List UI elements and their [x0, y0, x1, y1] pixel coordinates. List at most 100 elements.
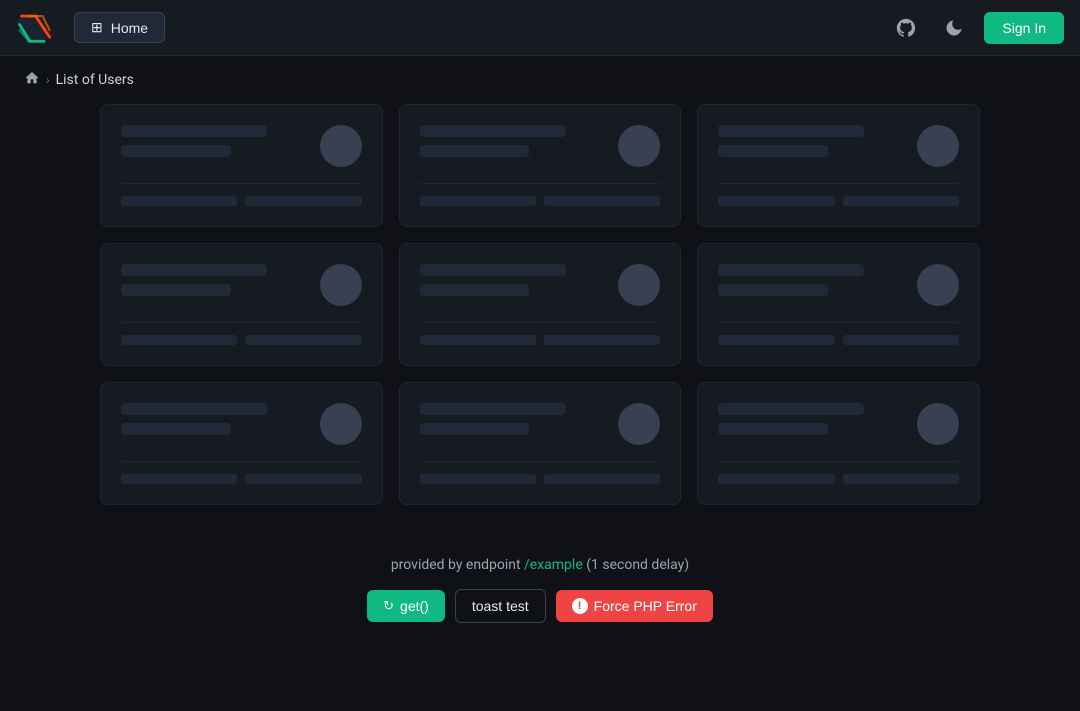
- card-action: [245, 474, 361, 484]
- card-action: [843, 474, 959, 484]
- card-action: [420, 196, 536, 206]
- skeleton-line: [420, 125, 566, 137]
- card-bottom: [420, 184, 661, 206]
- avatar: [320, 403, 362, 445]
- skeleton-line: [718, 264, 864, 276]
- navbar: ⊞ Home Sign In: [0, 0, 1080, 56]
- skeleton-line: [420, 403, 566, 415]
- avatar: [320, 264, 362, 306]
- user-card-7: [100, 382, 383, 505]
- avatar: [618, 264, 660, 306]
- card-top: [420, 403, 661, 462]
- card-text-lines: [121, 264, 304, 296]
- card-top: [121, 264, 362, 323]
- user-card-9: [697, 382, 980, 505]
- skeleton-line: [121, 403, 267, 415]
- card-text-lines: [121, 403, 304, 435]
- skeleton-line: [121, 264, 267, 276]
- avatar: [320, 125, 362, 167]
- skeleton-line: [420, 423, 530, 435]
- avatar: [618, 403, 660, 445]
- dark-mode-button[interactable]: [936, 10, 972, 46]
- card-top: [718, 403, 959, 462]
- user-card-8: [399, 382, 682, 505]
- card-bottom: [121, 462, 362, 484]
- breadcrumb-current: List of Users: [56, 72, 134, 88]
- user-card-2: [399, 104, 682, 227]
- card-text-lines: [420, 264, 603, 296]
- card-top: [420, 264, 661, 323]
- card-action: [420, 335, 536, 345]
- card-action: [245, 335, 361, 345]
- breadcrumb-home-icon: [24, 70, 40, 90]
- moon-icon: [944, 18, 964, 38]
- breadcrumb-separator: ›: [46, 73, 50, 87]
- user-card-3: [697, 104, 980, 227]
- card-bottom: [718, 323, 959, 345]
- card-bottom: [718, 184, 959, 206]
- endpoint-link[interactable]: /example: [524, 557, 583, 573]
- card-action: [420, 474, 536, 484]
- card-top: [718, 264, 959, 323]
- card-action: [544, 474, 660, 484]
- navbar-left: ⊞ Home: [16, 10, 165, 46]
- force-error-button[interactable]: ! Force PHP Error: [556, 590, 713, 622]
- logo: [16, 10, 58, 46]
- force-error-label: Force PHP Error: [594, 598, 697, 614]
- get-button-label: get(): [400, 598, 429, 614]
- card-text-lines: [718, 125, 901, 157]
- card-action: [121, 196, 237, 206]
- card-action: [121, 335, 237, 345]
- skeleton-line: [121, 145, 231, 157]
- user-card-4: [100, 243, 383, 366]
- user-card-6: [697, 243, 980, 366]
- error-circle-icon: !: [572, 598, 588, 614]
- delay-text: (1 second delay): [586, 557, 689, 573]
- provided-by-text: provided by endpoint: [391, 557, 521, 573]
- home-grid-icon: ⊞: [91, 19, 103, 36]
- github-button[interactable]: [888, 10, 924, 46]
- card-text-lines: [420, 125, 603, 157]
- card-action: [544, 196, 660, 206]
- skeleton-line: [420, 145, 530, 157]
- card-bottom: [420, 323, 661, 345]
- card-bottom: [718, 462, 959, 484]
- avatar: [618, 125, 660, 167]
- footer-info: provided by endpoint /example (1 second …: [391, 557, 689, 573]
- card-text-lines: [121, 125, 304, 157]
- card-action: [718, 196, 834, 206]
- main-content: provided by endpoint /example (1 second …: [0, 104, 1080, 693]
- card-text-lines: [718, 264, 901, 296]
- get-button[interactable]: ↻ get(): [367, 590, 445, 622]
- card-action: [121, 474, 237, 484]
- card-top: [420, 125, 661, 184]
- toast-button[interactable]: toast test: [455, 589, 546, 623]
- refresh-icon: ↻: [383, 598, 394, 614]
- avatar: [917, 125, 959, 167]
- home-button-label: Home: [111, 20, 148, 36]
- card-action: [718, 474, 834, 484]
- navbar-right: Sign In: [888, 10, 1064, 46]
- github-icon: [895, 17, 917, 39]
- signin-button[interactable]: Sign In: [984, 12, 1064, 44]
- home-button[interactable]: ⊞ Home: [74, 12, 165, 43]
- skeleton-line: [121, 284, 231, 296]
- skeleton-line: [121, 125, 267, 137]
- skeleton-line: [718, 423, 828, 435]
- card-grid: [100, 104, 980, 505]
- footer: provided by endpoint /example (1 second …: [100, 537, 980, 653]
- avatar: [917, 403, 959, 445]
- card-bottom: [121, 323, 362, 345]
- avatar: [917, 264, 959, 306]
- skeleton-line: [420, 284, 530, 296]
- card-top: [121, 403, 362, 462]
- skeleton-line: [420, 264, 566, 276]
- footer-actions: ↻ get() toast test ! Force PHP Error: [367, 589, 713, 623]
- card-action: [245, 196, 361, 206]
- card-top: [121, 125, 362, 184]
- card-bottom: [420, 462, 661, 484]
- toast-button-label: toast test: [472, 598, 529, 614]
- card-action: [544, 335, 660, 345]
- skeleton-line: [718, 145, 828, 157]
- card-text-lines: [718, 403, 901, 435]
